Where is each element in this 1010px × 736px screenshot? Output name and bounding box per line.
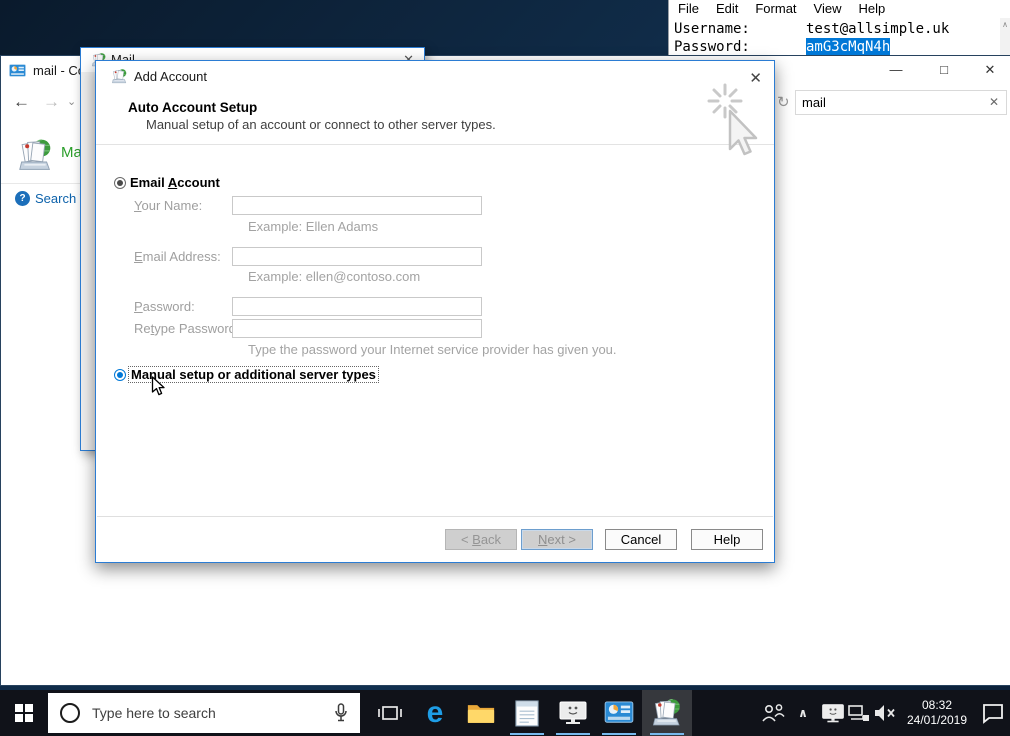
action-center-icon — [981, 702, 1005, 724]
menu-help[interactable]: Help — [858, 1, 885, 16]
start-button[interactable] — [0, 690, 48, 736]
edge-icon: e — [426, 696, 444, 729]
taskbar-app-explorer[interactable] — [458, 690, 504, 736]
search-input[interactable] — [796, 91, 976, 114]
footer-separator — [97, 516, 773, 517]
taskbar-search-box[interactable]: Type here to search — [48, 693, 360, 733]
system-tray: ∧ 08:32 24/01/2019 — [760, 690, 1010, 736]
windows-logo-icon — [15, 704, 33, 722]
notepad-icon — [515, 699, 539, 727]
taskbar-app-mail-setup[interactable] — [642, 690, 692, 736]
username-value: test@allsimple.uk — [806, 21, 950, 37]
email-address-hint: Example: ellen@contoso.com — [248, 269, 421, 284]
taskbar-app-control-panel[interactable] — [596, 690, 642, 736]
mail-applet-icon[interactable] — [17, 137, 54, 174]
minimize-button[interactable]: — — [879, 56, 913, 84]
manual-setup-radio[interactable] — [114, 369, 126, 381]
add-account-title: Add Account — [134, 69, 207, 84]
taskbar: Type here to search e ∧ 08:32 24/01/2019 — [0, 690, 1010, 736]
notepad-window: File Edit Format View Help Username: tes… — [668, 0, 1010, 56]
clock-time: 08:32 — [921, 698, 953, 712]
your-name-hint: Example: Ellen Adams — [248, 219, 379, 234]
menu-view[interactable]: View — [814, 1, 842, 16]
open-app-indicator — [602, 732, 636, 735]
back-arrow-icon[interactable]: ← — [13, 92, 30, 112]
mail-setup-taskbar-icon — [651, 697, 683, 729]
open-app-indicator — [650, 732, 684, 735]
volume-tray-button[interactable] — [872, 690, 898, 736]
password-label: Password: — [134, 299, 195, 314]
email-address-label: Email Address: — [134, 249, 221, 264]
add-account-icon — [111, 68, 128, 85]
speaker-muted-icon — [872, 703, 898, 723]
email-account-radio-label[interactable]: Email Account — [130, 175, 220, 190]
control-panel-search-box[interactable]: ✕ — [795, 90, 1007, 115]
email-address-input[interactable] — [232, 247, 482, 266]
taskbar-search-placeholder: Type here to search — [92, 705, 216, 721]
back-button[interactable]: < Back — [445, 529, 517, 550]
retype-password-input[interactable] — [232, 319, 482, 338]
manual-setup-radio-label[interactable]: Manual setup or additional server types — [128, 366, 379, 383]
microphone-icon[interactable] — [334, 703, 348, 723]
wizard-heading: Auto Account Setup — [128, 100, 258, 115]
help-question-icon: ? — [15, 191, 30, 206]
window-title: mail - Co — [33, 63, 86, 78]
file-explorer-icon — [466, 701, 496, 726]
menu-format[interactable]: Format — [755, 1, 796, 16]
retype-password-label: Retype Password: — [134, 321, 240, 336]
show-hidden-icons-button[interactable]: ∧ — [786, 690, 820, 736]
close-button[interactable]: ✕ — [973, 56, 1007, 84]
busy-cursor-graphic — [707, 83, 758, 156]
your-name-input[interactable] — [232, 196, 482, 215]
taskbar-app-remote-viewer[interactable] — [550, 690, 596, 736]
network-icon — [847, 703, 871, 723]
task-view-button[interactable] — [368, 690, 412, 736]
notepad-scrollbar[interactable]: ∧ — [1000, 18, 1010, 56]
action-center-button[interactable] — [976, 690, 1010, 736]
remote-viewer-tray-button[interactable] — [820, 690, 846, 736]
cancel-button[interactable]: Cancel — [605, 529, 677, 550]
menu-file[interactable]: File — [678, 1, 699, 16]
menu-edit[interactable]: Edit — [716, 1, 738, 16]
open-app-indicator — [510, 732, 544, 735]
email-account-radio[interactable] — [114, 177, 126, 189]
help-button[interactable]: Help — [691, 529, 763, 550]
notepad-line-username: Username: test@allsimple.uk — [674, 21, 950, 37]
taskbar-clock[interactable]: 08:32 24/01/2019 — [902, 698, 972, 728]
next-button[interactable]: Next > — [521, 529, 593, 550]
notepad-menubar: File Edit Format View Help — [669, 0, 1010, 17]
clear-search-icon[interactable]: ✕ — [989, 95, 999, 109]
scroll-up-icon[interactable]: ∧ — [1002, 20, 1008, 29]
wizard-subheading: Manual setup of an account or connect to… — [146, 117, 496, 132]
chevron-down-icon[interactable]: ⌄ — [67, 95, 76, 108]
add-account-dialog: Add Account ✕ Auto Account Setup Manual … — [95, 60, 775, 563]
control-panel-icon — [9, 64, 26, 78]
monitor-face-tray-icon — [821, 703, 845, 724]
control-panel-taskbar-icon — [604, 701, 634, 725]
desktop: { "icons": { "close": "✕", "minimize": "… — [0, 0, 1010, 736]
notepad-text-area[interactable]: Username: test@allsimple.uk Password: am… — [669, 17, 1010, 56]
task-view-icon — [377, 703, 403, 723]
open-app-indicator — [556, 732, 590, 735]
people-icon — [760, 703, 786, 723]
taskbar-app-edge[interactable]: e — [412, 690, 458, 736]
forward-arrow-icon[interactable]: → — [43, 92, 60, 112]
password-input[interactable] — [232, 297, 482, 316]
network-tray-button[interactable] — [846, 690, 872, 736]
taskbar-app-notepad[interactable] — [504, 690, 550, 736]
cortana-icon — [60, 703, 80, 723]
password-hint: Type the password your Internet service … — [248, 342, 617, 357]
monitor-face-icon — [558, 700, 588, 726]
password-value-selected: amG3cMqN4h — [806, 38, 891, 56]
maximize-button[interactable]: □ — [927, 56, 961, 84]
mouse-cursor — [151, 376, 165, 396]
clock-date: 24/01/2019 — [906, 713, 968, 727]
your-name-label: Your Name: — [134, 198, 203, 213]
refresh-icon[interactable]: ↻ — [777, 93, 790, 111]
notepad-line-password: Password: amG3cMqN4h — [674, 38, 891, 56]
people-tray-button[interactable] — [760, 690, 786, 736]
chevron-up-icon: ∧ — [798, 706, 808, 720]
header-separator — [96, 144, 774, 145]
